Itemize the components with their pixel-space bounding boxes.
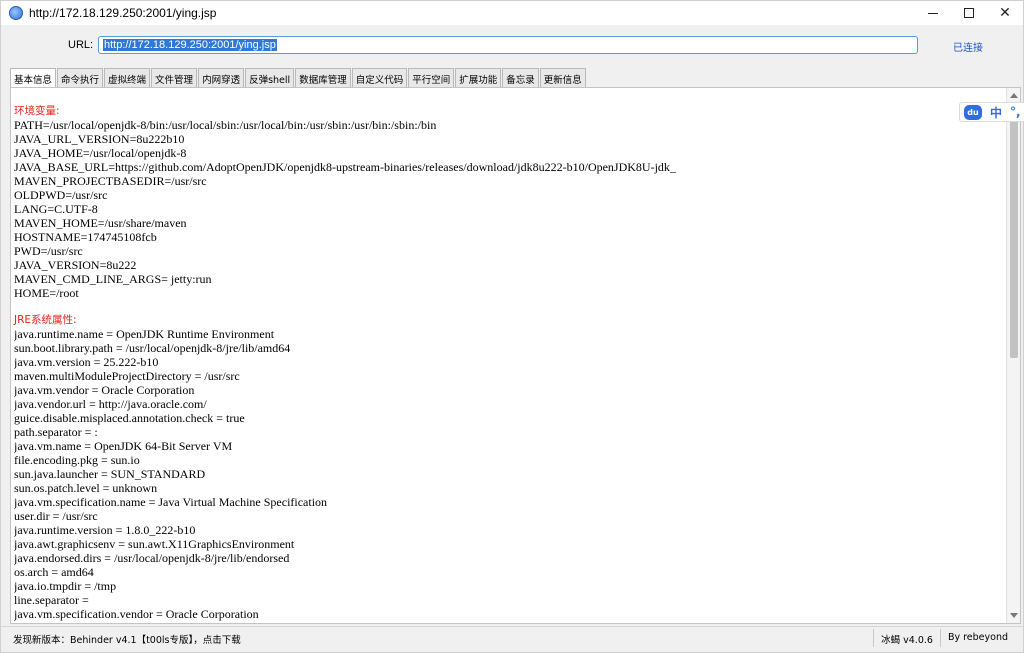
jre-line: line.separator =	[14, 593, 89, 607]
close-button[interactable]: ✕	[987, 1, 1023, 25]
url-row: URL: http://172.18.129.250:2001/ying.jsp…	[1, 25, 1023, 67]
jre-line: path.separator = :	[14, 425, 98, 439]
jre-line: sun.boot.library.path = /usr/local/openj…	[14, 341, 291, 355]
jre-line: java.runtime.name = OpenJDK Runtime Envi…	[14, 327, 275, 341]
tab-file-manager[interactable]: 文件管理	[151, 68, 198, 87]
vertical-scrollbar[interactable]	[1006, 88, 1020, 623]
env-line: JAVA_VERSION=8u222	[14, 258, 137, 272]
jre-line: user.dir = /usr/src	[14, 509, 98, 523]
env-line: JAVA_BASE_URL=https://github.com/AdoptOp…	[14, 160, 676, 174]
env-line: JAVA_URL_VERSION=8u222b10	[14, 132, 185, 146]
jre-line: sun.java.launcher = SUN_STANDARD	[14, 467, 206, 481]
env-line: OLDPWD=/usr/src	[14, 188, 108, 202]
status-bar: 发现新版本：Behinder v4.1【t00ls专版】，点击下载 冰蝎 v4.…	[1, 626, 1023, 648]
update-notice[interactable]: 发现新版本：Behinder v4.1【t00ls专版】，点击下载	[13, 632, 241, 646]
title-bar[interactable]: http://172.18.129.250:2001/ying.jsp ✕	[1, 1, 1023, 25]
scroll-thumb[interactable]	[1010, 108, 1018, 358]
minimize-button[interactable]	[915, 1, 951, 25]
tab-command-exec[interactable]: 命令执行	[57, 68, 104, 87]
arrow-down-icon[interactable]	[1010, 613, 1018, 618]
maximize-icon	[964, 8, 974, 18]
jre-line: java.awt.graphicsenv = sun.awt.X11Graphi…	[14, 537, 295, 551]
env-line: JAVA_HOME=/usr/local/openjdk-8	[14, 146, 187, 160]
tab-intranet-tunnel[interactable]: 内网穿透	[198, 68, 245, 87]
tab-parallel-space[interactable]: 平行空间	[408, 68, 455, 87]
status-right: 冰蝎 v4.0.6 By rebeyond	[873, 629, 1015, 647]
ime-toolbar[interactable]: du 中 °,	[959, 102, 1024, 122]
jre-line: guice.disable.misplaced.annotation.check…	[14, 411, 245, 425]
connection-status[interactable]: 已连接	[953, 39, 983, 54]
arrow-up-icon[interactable]	[1010, 93, 1018, 98]
jre-line: maven.multiModuleProjectDirectory = /usr…	[14, 369, 240, 383]
tab-update-info[interactable]: 更新信息	[539, 68, 586, 87]
url-input[interactable]: http://172.18.129.250:2001/ying.jsp	[98, 36, 918, 54]
jre-line: java.vendor.url = http://java.oracle.com…	[14, 397, 207, 411]
info-panel[interactable]: 环境变量: PATH=/usr/local/openjdk-8/bin:/usr…	[10, 87, 1021, 624]
app-window: http://172.18.129.250:2001/ying.jsp ✕ UR…	[0, 0, 1024, 653]
tab-memo[interactable]: 备忘录	[502, 68, 539, 87]
tab-custom-code[interactable]: 自定义代码	[351, 68, 408, 87]
jre-line: file.encoding.pkg = sun.io	[14, 453, 140, 467]
jre-line: java.io.tmpdir = /tmp	[14, 579, 117, 593]
env-section-title: 环境变量:	[14, 105, 60, 117]
jre-line: java.vm.specification.name = Java Virtua…	[14, 495, 328, 509]
env-line: MAVEN_PROJECTBASEDIR=/usr/src	[14, 174, 207, 188]
jre-section-title: JRE系统属性:	[14, 314, 77, 326]
tab-basic-info[interactable]: 基本信息	[10, 68, 57, 88]
baidu-ime-icon[interactable]: du	[964, 104, 982, 120]
jre-line: java.vm.version = 25.222-b10	[14, 355, 159, 369]
ime-chinese-mode[interactable]: 中	[990, 104, 1002, 121]
jre-line: java.vm.vendor = Oracle Corporation	[14, 383, 195, 397]
tab-bar: 基本信息 命令执行 虚拟终端 文件管理 内网穿透 反弹shell 数据库管理 自…	[10, 68, 587, 88]
minimize-icon	[928, 12, 938, 14]
jre-line: java.vm.specification.vendor = Oracle Co…	[14, 607, 259, 621]
url-label: URL:	[68, 39, 94, 51]
close-icon: ✕	[999, 5, 1011, 21]
env-line: PWD=/usr/src	[14, 244, 83, 258]
env-line: HOSTNAME=174745108fcb	[14, 230, 157, 244]
jre-line: sun.os.patch.level = unknown	[14, 481, 158, 495]
env-line: HOME=/root	[14, 286, 79, 300]
jre-line: os.arch = amd64	[14, 565, 94, 579]
window-controls: ✕	[915, 1, 1023, 25]
env-line: PATH=/usr/local/openjdk-8/bin:/usr/local…	[14, 118, 437, 132]
jre-line: java.endorsed.dirs = /usr/local/openjdk-…	[14, 551, 290, 565]
env-line: MAVEN_HOME=/usr/share/maven	[14, 216, 187, 230]
tab-extensions[interactable]: 扩展功能	[455, 68, 502, 87]
env-line: MAVEN_CMD_LINE_ARGS= jetty:run	[14, 272, 212, 286]
tab-database-manager[interactable]: 数据库管理	[295, 68, 351, 87]
globe-icon	[9, 6, 23, 20]
jre-line: java.runtime.version = 1.8.0_222-b10	[14, 523, 196, 537]
ime-punctuation[interactable]: °,	[1010, 105, 1021, 119]
tab-virtual-terminal[interactable]: 虚拟终端	[104, 68, 151, 87]
maximize-button[interactable]	[951, 1, 987, 25]
app-version: 冰蝎 v4.0.6	[873, 629, 940, 647]
app-author: By rebeyond	[939, 629, 1015, 647]
url-value: http://172.18.129.250:2001/ying.jsp	[103, 39, 277, 51]
window-title: http://172.18.129.250:2001/ying.jsp	[29, 6, 217, 20]
info-text: 环境变量: PATH=/usr/local/openjdk-8/bin:/usr…	[14, 104, 1004, 621]
jre-line: java.vm.name = OpenJDK 64-Bit Server VM	[14, 439, 233, 453]
tab-reverse-shell[interactable]: 反弹shell	[245, 68, 295, 87]
env-line: LANG=C.UTF-8	[14, 202, 98, 216]
